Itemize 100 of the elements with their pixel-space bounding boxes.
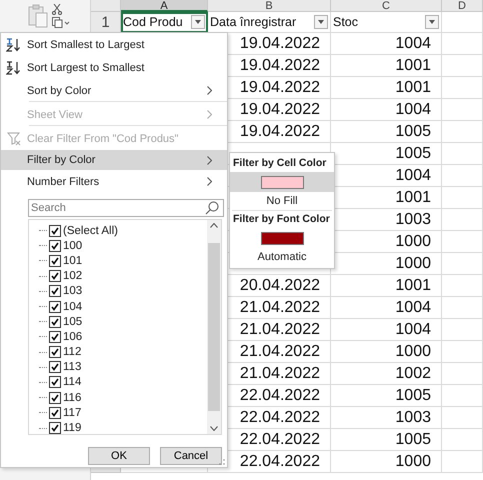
chevron-right-icon [207, 156, 212, 164]
column-header[interactable]: A [121, 0, 208, 12]
scrollbar[interactable] [207, 220, 221, 434]
filter-dropdown-button[interactable] [191, 15, 205, 29]
table-cell: 1002 [331, 363, 442, 385]
caret-icon [318, 20, 324, 24]
chevron-up-icon[interactable] [210, 223, 218, 228]
table-cell: 1004 [331, 297, 442, 319]
row-number[interactable]: 1 [91, 12, 121, 33]
checkbox[interactable] [49, 270, 61, 282]
table-cell [442, 209, 483, 231]
table-cell: 1001 [331, 275, 442, 297]
table-cell [442, 341, 483, 363]
value-label[interactable]: 112 [63, 346, 82, 358]
table-cell [442, 231, 483, 253]
chevron-right-icon [207, 177, 212, 186]
value-label[interactable]: 119 [63, 422, 82, 434]
search-field[interactable]: Search [28, 199, 224, 217]
filter-dropdown-button[interactable] [314, 15, 328, 29]
menu-item[interactable]: Number Filters [1, 170, 227, 193]
value-label[interactable]: 103 [63, 285, 82, 298]
value-label[interactable]: 102 [63, 270, 82, 282]
clear-filter-icon [6, 132, 22, 146]
search-icon [205, 201, 219, 215]
table-cell [442, 429, 483, 451]
dialog-button[interactable]: Cancel [160, 447, 222, 465]
checkbox[interactable] [49, 392, 61, 404]
chevron-right-icon [207, 110, 212, 119]
table-cell [442, 385, 483, 407]
submenu-heading: Filter by Cell Color [232, 156, 328, 171]
value-label[interactable]: 116 [63, 392, 82, 404]
caret-icon [195, 20, 201, 24]
table-cell [442, 143, 483, 165]
table-cell: 1004 [331, 319, 442, 341]
table-cell [442, 275, 483, 297]
column-header[interactable]: C [331, 0, 442, 12]
table-cell: 1004 [331, 33, 442, 55]
column-header[interactable]: D [442, 0, 483, 12]
color-option[interactable] [230, 172, 334, 192]
value-label[interactable]: 105 [63, 316, 82, 328]
submenu-heading: Filter by Font Color [232, 212, 331, 227]
table-cell [442, 12, 483, 33]
checkbox[interactable] [49, 285, 61, 298]
table-cell [442, 165, 483, 187]
checkbox[interactable] [49, 361, 61, 374]
chevron-down-icon[interactable] [210, 426, 218, 431]
table-cell: 1003 [331, 407, 442, 429]
table-cell: 1004 [331, 99, 442, 121]
table-cell [442, 121, 483, 143]
table-cell [442, 33, 483, 55]
checkbox[interactable] [49, 346, 61, 358]
table-cell [442, 297, 483, 319]
table-cell: Cod Produ [121, 12, 208, 33]
value-label[interactable]: 117 [63, 406, 82, 419]
dialog-button[interactable]: OK [88, 447, 150, 465]
filter-dropdown-button[interactable] [425, 15, 439, 29]
caret-icon [429, 20, 435, 24]
value-label[interactable]: 106 [63, 330, 82, 343]
table-cell: 1005 [331, 429, 442, 451]
value-label[interactable]: 101 [63, 254, 82, 267]
value-label[interactable]: 100 [63, 240, 82, 252]
checkbox[interactable] [49, 254, 61, 267]
value-label[interactable]: 113 [63, 361, 82, 374]
checkbox[interactable] [49, 240, 61, 252]
table-cell [442, 319, 483, 341]
table-cell [442, 55, 483, 77]
table-cell: 1005 [331, 121, 442, 143]
value-label[interactable]: 104 [63, 300, 82, 313]
value-label[interactable]: (Select All) [63, 224, 118, 237]
checkbox[interactable] [49, 300, 61, 313]
table-cell: 1005 [331, 385, 442, 407]
checkbox[interactable] [49, 330, 61, 343]
checkbox[interactable] [49, 316, 61, 328]
table-cell [442, 407, 483, 429]
copy-icon[interactable] [52, 17, 70, 28]
table-cell [442, 187, 483, 209]
sort-ascending-icon [6, 38, 22, 52]
table-cell: 1001 [331, 77, 442, 99]
table-cell [442, 99, 483, 121]
chevron-right-icon [207, 86, 212, 95]
menu-item[interactable]: Automatic [230, 248, 334, 266]
table-cell [442, 451, 483, 473]
checkbox[interactable] [49, 406, 61, 419]
table-cell: 1000 [331, 341, 442, 363]
sort-descending-icon [6, 60, 22, 74]
table-cell: Stoc [331, 12, 442, 33]
table-cell [442, 253, 483, 275]
table-cell: 1001 [331, 55, 442, 77]
checkbox[interactable] [49, 376, 61, 388]
resize-grip-icon[interactable] [219, 459, 225, 465]
checkbox[interactable] [49, 224, 61, 237]
column-header[interactable]: B [208, 0, 331, 12]
checkbox[interactable] [49, 422, 61, 434]
value-label[interactable]: 114 [63, 376, 82, 388]
table-cell [442, 77, 483, 99]
table-cell [442, 363, 483, 385]
scissors-icon[interactable] [52, 4, 62, 15]
menu-item[interactable]: Filter by Color [1, 150, 227, 170]
menu-item[interactable]: No Fill [230, 192, 334, 210]
table-cell: 1000 [331, 451, 442, 473]
